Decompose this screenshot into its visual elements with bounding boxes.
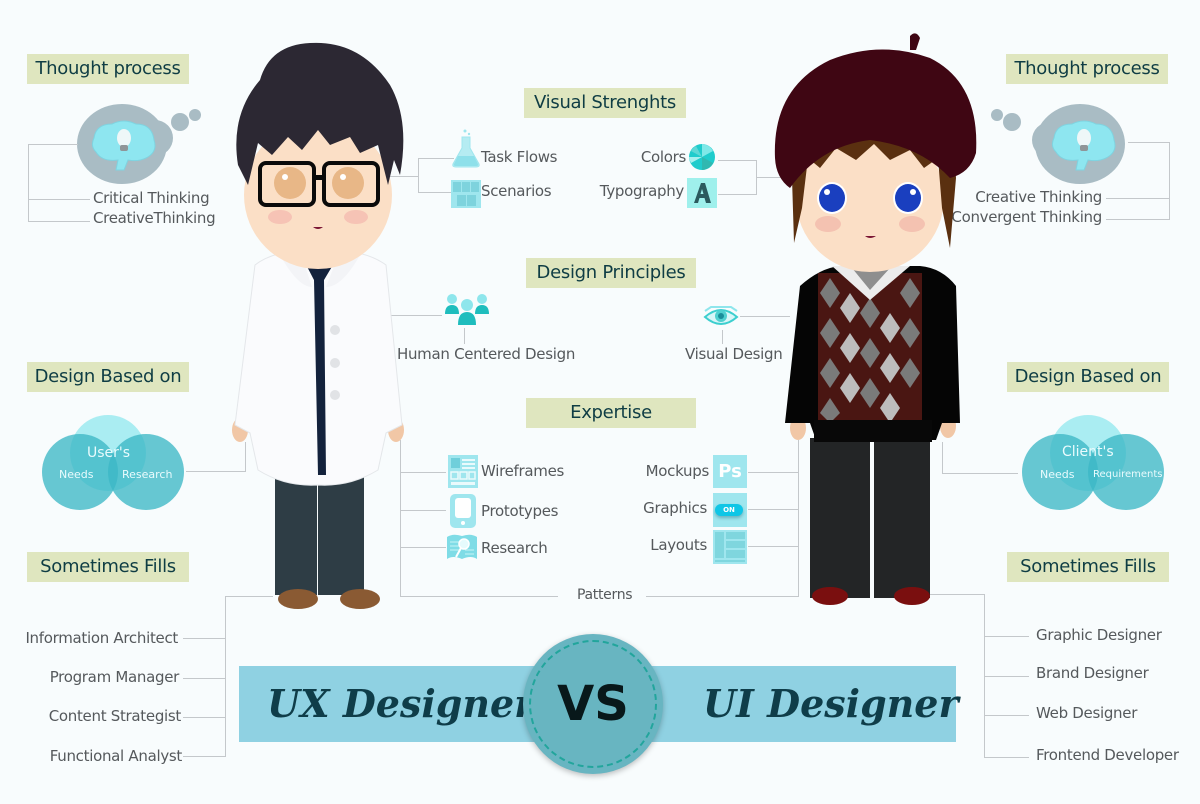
expertise-heading: Expertise bbox=[526, 398, 696, 428]
layout-icon bbox=[713, 530, 747, 564]
research-label: Research bbox=[481, 539, 548, 557]
ux-brain-idea-icon bbox=[88, 118, 160, 178]
toggle-on-text: ON bbox=[715, 504, 743, 516]
photoshop-icon: Ps bbox=[713, 455, 747, 488]
wireframes-label: Wireframes bbox=[481, 462, 565, 480]
people-icon bbox=[444, 292, 490, 328]
ui-thought-item: Creative Thinking bbox=[975, 188, 1102, 206]
design-principles-heading: Design Principles bbox=[526, 258, 696, 288]
ux-venn-left: Needs bbox=[59, 468, 94, 481]
ux-venn-top: User's bbox=[87, 445, 131, 461]
colors-label: Colors bbox=[640, 148, 686, 166]
human-centered-design-label: Human Centered Design bbox=[397, 345, 576, 363]
wireframe-icon bbox=[448, 455, 478, 488]
mockups-label: Mockups bbox=[645, 462, 710, 480]
ui-venn-left: Needs bbox=[1040, 468, 1075, 481]
ux-designer-title: UX Designer bbox=[267, 681, 535, 726]
patterns-label: Patterns bbox=[577, 587, 633, 603]
ui-designer-character bbox=[770, 28, 990, 613]
ui-designer-title: UI Designer bbox=[703, 681, 959, 726]
ui-sometimes-fills-heading: Sometimes Fills bbox=[1007, 552, 1169, 582]
ux-designer-character bbox=[210, 25, 410, 615]
vs-label: VS bbox=[557, 676, 629, 732]
ui-brain-idea-icon bbox=[1048, 118, 1120, 178]
layouts-label: Layouts bbox=[650, 536, 707, 554]
ux-thought-item: Critical Thinking bbox=[93, 189, 210, 207]
typography-label: Typography bbox=[599, 182, 685, 200]
prototypes-label: Prototypes bbox=[481, 502, 559, 520]
ui-fills-item: Graphic Designer bbox=[1036, 626, 1162, 644]
ux-fills-item: Content Strategist bbox=[48, 707, 182, 725]
ux-venn-diagram bbox=[42, 415, 184, 511]
ui-fills-item: Web Designer bbox=[1036, 704, 1138, 722]
flask-icon bbox=[451, 128, 481, 168]
toggle-icon: ON bbox=[713, 493, 747, 527]
ux-thought-item: CreativeThinking bbox=[93, 209, 216, 227]
task-flows-label: Task Flows bbox=[481, 148, 558, 166]
typography-icon bbox=[687, 178, 717, 208]
color-wheel-icon bbox=[688, 143, 716, 171]
magnifier-map-icon bbox=[445, 533, 479, 563]
grid-icon bbox=[451, 180, 481, 208]
ui-fills-item: Brand Designer bbox=[1036, 664, 1149, 682]
ui-venn-top: Client's bbox=[1062, 444, 1114, 460]
ux-venn-right: Research bbox=[122, 468, 173, 481]
vs-badge: VS bbox=[523, 634, 663, 774]
visual-strengths-heading: Visual Strenghts bbox=[524, 88, 686, 118]
ux-design-based-on-heading: Design Based on bbox=[27, 362, 189, 392]
visual-design-label: Visual Design bbox=[685, 345, 783, 363]
graphics-label: Graphics bbox=[643, 499, 707, 517]
eye-icon bbox=[703, 305, 739, 327]
ux-sometimes-fills-heading: Sometimes Fills bbox=[27, 552, 189, 582]
ui-design-based-on-heading: Design Based on bbox=[1007, 362, 1169, 392]
ux-fills-item: Program Manager bbox=[49, 668, 180, 686]
ui-venn-right: Requirements bbox=[1093, 469, 1163, 480]
ui-fills-item: Frontend Developer bbox=[1036, 746, 1179, 764]
phone-icon bbox=[450, 494, 476, 528]
photoshop-icon-text: Ps bbox=[718, 461, 742, 482]
ux-fills-item: Functional Analyst bbox=[49, 747, 183, 765]
scenarios-label: Scenarios bbox=[481, 182, 552, 200]
ui-thought-process-heading: Thought process bbox=[1006, 54, 1168, 84]
ux-thought-process-heading: Thought process bbox=[27, 54, 189, 84]
ux-fills-item: Information Architect bbox=[25, 629, 178, 647]
ui-venn-diagram bbox=[1022, 415, 1164, 511]
